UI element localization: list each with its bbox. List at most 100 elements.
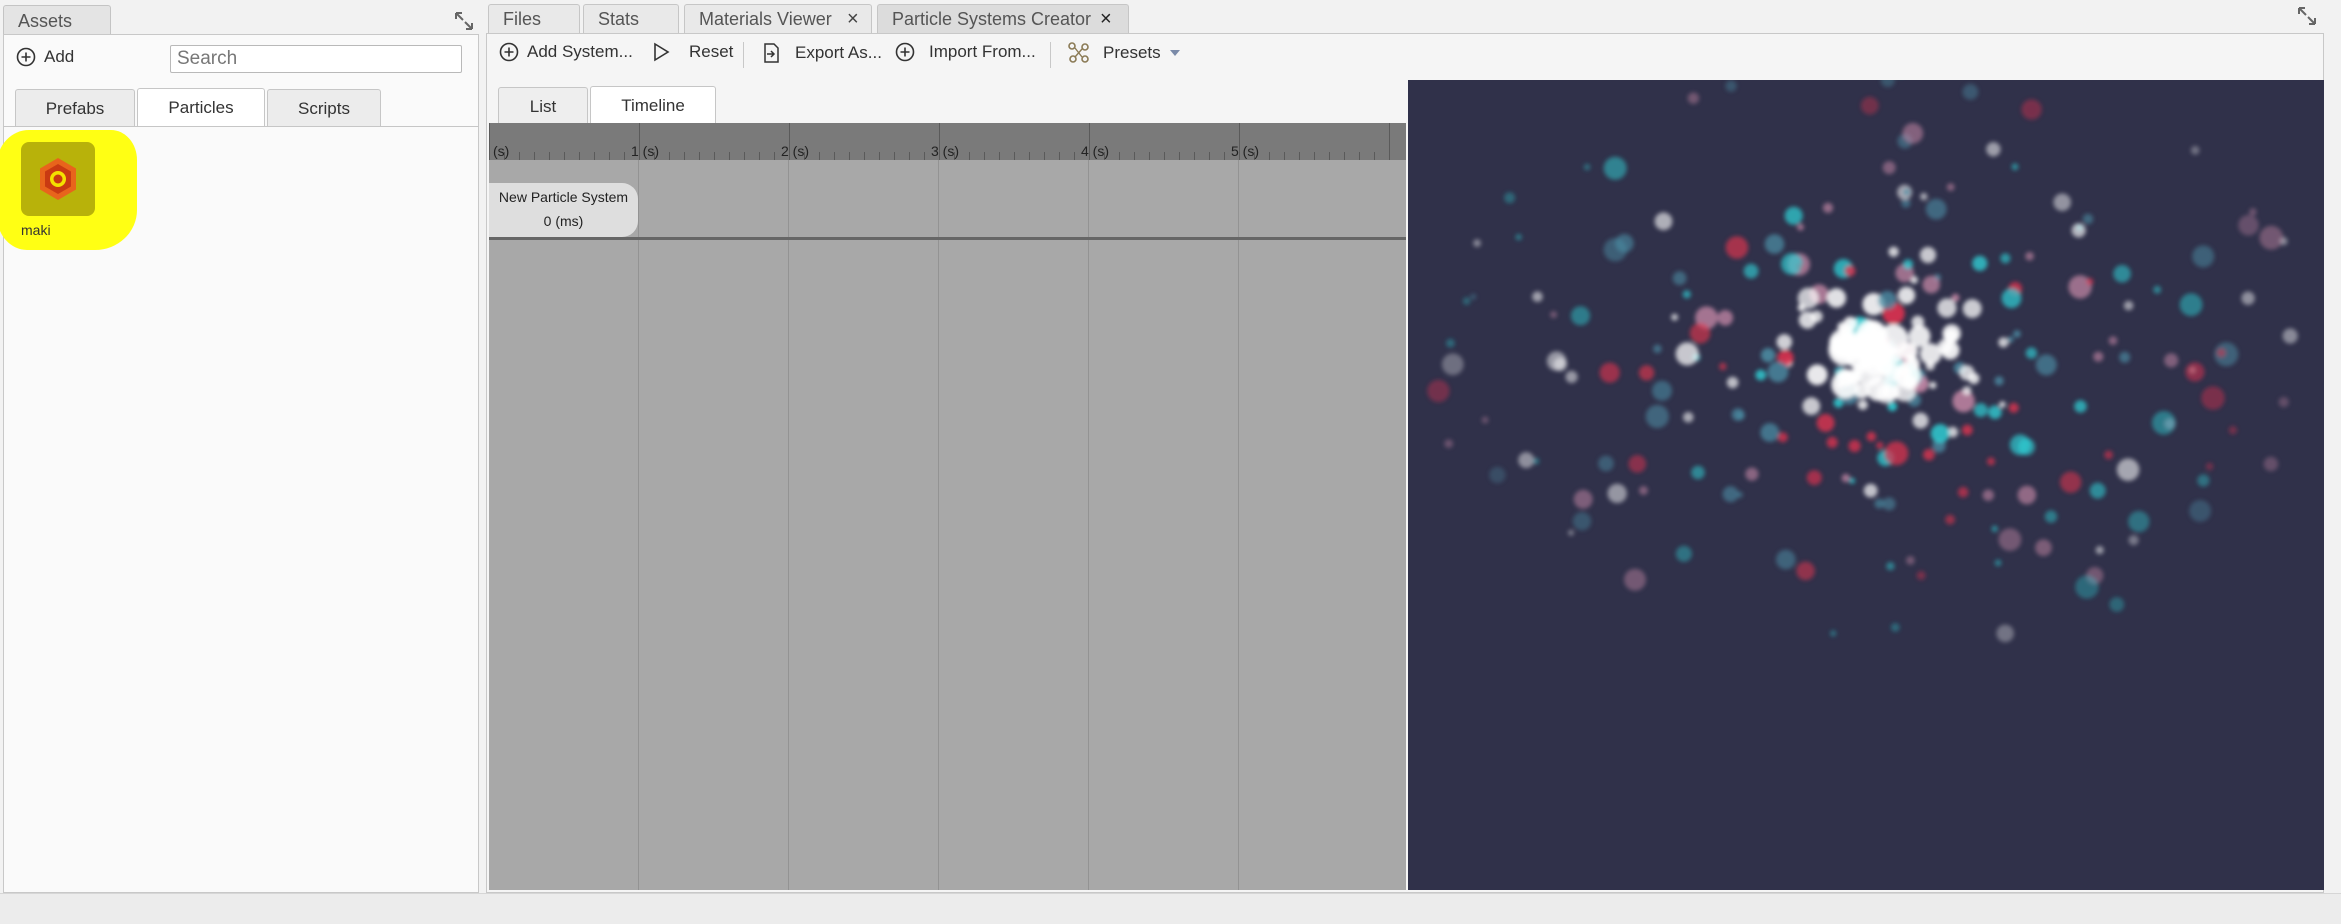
particle xyxy=(2113,265,2131,283)
particle xyxy=(1781,253,1803,275)
ruler-tick xyxy=(684,152,685,160)
track-divider xyxy=(489,237,1406,240)
particle xyxy=(2179,293,2203,317)
particle-preview-viewport[interactable] xyxy=(1408,80,2324,890)
particle xyxy=(2216,348,2226,358)
ruler-tick xyxy=(819,152,820,160)
asset-thumbnail xyxy=(21,142,95,216)
add-circle-icon xyxy=(16,47,36,67)
ruler-tick xyxy=(1269,152,1270,160)
maximize-icon[interactable] xyxy=(2296,5,2318,27)
particle xyxy=(1671,313,1679,321)
presets-dropdown[interactable]: Presets xyxy=(1067,41,1181,65)
ruler-tick xyxy=(519,152,520,160)
ruler-tick xyxy=(714,152,715,160)
import-from-button[interactable]: Import From... xyxy=(895,42,1036,62)
particle xyxy=(2089,482,2106,499)
ruler-tick xyxy=(609,152,610,160)
export-as-button[interactable]: Export As... xyxy=(761,42,882,64)
add-asset-button[interactable]: Add xyxy=(16,47,74,67)
tab-scripts[interactable]: Scripts xyxy=(267,89,381,126)
tab-prefabs[interactable]: Prefabs xyxy=(15,89,135,126)
particle xyxy=(1998,337,2009,348)
particle xyxy=(1550,311,1558,319)
tab-list-label: List xyxy=(529,97,557,116)
particle xyxy=(2228,426,2238,435)
particle xyxy=(1866,431,1877,442)
timeline-panel[interactable]: (s) 1 (s) 2 (s) 3 (s) 4 (s) 5 (s) New Pa… xyxy=(489,123,1406,890)
particle xyxy=(2074,400,2087,413)
particle xyxy=(1857,399,1868,410)
particle xyxy=(2001,288,2022,309)
ruler-tick xyxy=(1134,152,1135,160)
particle xyxy=(1877,290,1897,310)
particle xyxy=(2123,300,2134,311)
assets-panel-title: Assets xyxy=(18,11,73,31)
tab-files[interactable]: Files xyxy=(488,4,580,33)
particle xyxy=(1837,368,1856,387)
particle xyxy=(1683,412,1694,423)
tab-list[interactable]: List xyxy=(498,87,588,124)
particle xyxy=(1887,401,1898,412)
toolbar-separator xyxy=(1050,42,1051,68)
ruler-tick xyxy=(1224,152,1225,160)
asset-search-input[interactable] xyxy=(170,45,462,73)
particle xyxy=(1691,465,1705,480)
grid-line xyxy=(788,160,789,890)
tick-label: 5 (s) xyxy=(1231,143,1259,159)
tab-timeline[interactable]: Timeline xyxy=(590,86,716,125)
particle xyxy=(1760,348,1776,363)
tab-particles-label: Particles xyxy=(168,98,234,117)
maximize-icon[interactable] xyxy=(453,10,475,32)
close-icon[interactable]: × xyxy=(1100,5,1112,34)
particle xyxy=(1826,288,1847,308)
tick-label: 1 (s) xyxy=(631,143,659,159)
particle xyxy=(1776,334,1793,350)
particle xyxy=(2108,336,2118,345)
ruler-tick xyxy=(774,152,775,160)
tab-stats[interactable]: Stats xyxy=(583,4,679,33)
particle xyxy=(2025,347,2038,359)
particle xyxy=(1504,192,1516,204)
close-icon[interactable]: × xyxy=(847,5,859,34)
particle xyxy=(1446,338,1455,348)
tab-particles[interactable]: Particles xyxy=(137,88,265,127)
particle xyxy=(2060,471,2082,493)
particle xyxy=(1844,265,1856,277)
play-icon xyxy=(654,42,670,62)
ruler-tick xyxy=(1284,152,1285,160)
reset-label: Reset xyxy=(689,42,734,61)
tick-label: 3 (s) xyxy=(931,143,959,159)
particle xyxy=(1945,514,1955,525)
particle xyxy=(1603,156,1627,180)
ruler-tick xyxy=(1389,123,1390,160)
particle xyxy=(1882,497,1896,511)
particle xyxy=(1776,549,1796,570)
particle xyxy=(1797,223,1804,231)
ruler-tick xyxy=(744,152,745,160)
ruler-tick xyxy=(549,152,550,160)
particle xyxy=(1882,382,1900,401)
particle xyxy=(1973,403,1988,418)
particle xyxy=(2119,351,2131,363)
particle xyxy=(2017,485,2037,505)
particle xyxy=(1481,416,1489,424)
ruler-tick xyxy=(534,152,535,160)
tab-particle-systems-creator[interactable]: Particle Systems Creator × xyxy=(877,4,1129,33)
particle xyxy=(2241,291,2255,305)
particle-system-clip[interactable]: New Particle System 0 (ms) xyxy=(489,183,638,237)
particle xyxy=(2035,539,2052,557)
particle xyxy=(1565,370,1578,383)
tab-materials-viewer[interactable]: Materials Viewer × xyxy=(684,4,872,33)
reset-button[interactable]: Reset xyxy=(651,42,733,62)
particle xyxy=(1717,310,1734,326)
add-system-button[interactable]: Add System... xyxy=(499,42,633,62)
ruler-tick xyxy=(594,152,595,160)
assets-panel-tab[interactable]: Assets xyxy=(3,5,111,35)
particle xyxy=(2086,277,2094,286)
asset-item-maki[interactable]: maki xyxy=(0,122,137,250)
particle xyxy=(1573,489,1593,509)
particle xyxy=(1798,311,1817,329)
particle xyxy=(2009,434,2031,456)
particle xyxy=(2095,546,2104,555)
